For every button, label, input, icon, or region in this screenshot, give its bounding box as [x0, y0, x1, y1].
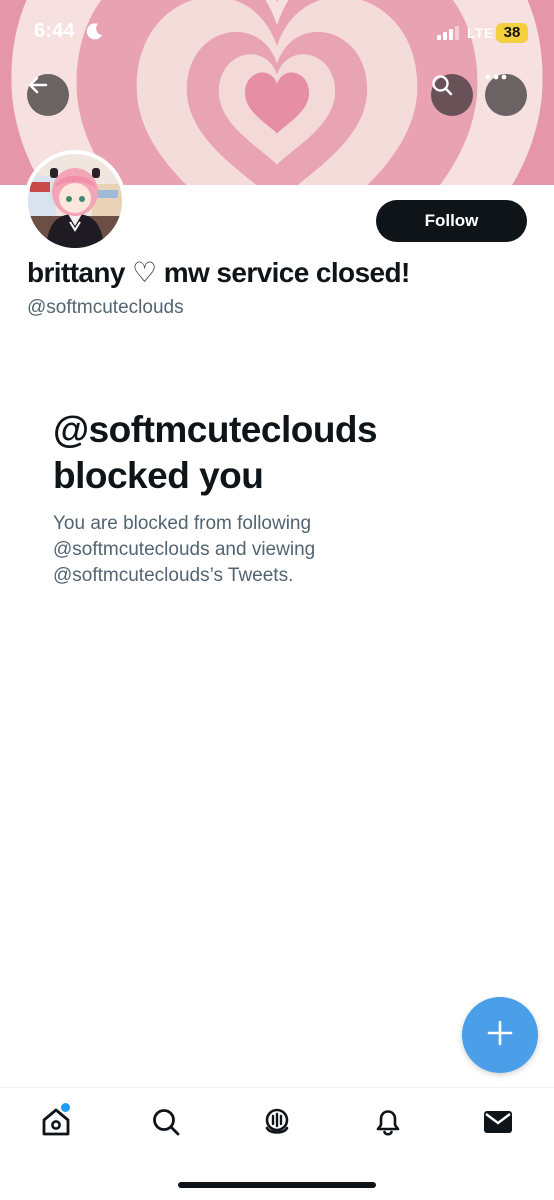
- nav-notifications[interactable]: [368, 1104, 408, 1144]
- home-indicator: [178, 1182, 376, 1188]
- network-label: LTE: [467, 25, 494, 41]
- nav-search[interactable]: [146, 1104, 186, 1144]
- nav-spaces[interactable]: [257, 1104, 297, 1144]
- follow-button[interactable]: Follow: [376, 200, 527, 242]
- plus-icon: [487, 1020, 513, 1051]
- battery-indicator: 38: [496, 23, 528, 43]
- nav-messages[interactable]: [478, 1104, 518, 1144]
- blocked-description: You are blocked from following @softmcut…: [53, 513, 316, 586]
- compose-tweet-button[interactable]: [462, 997, 538, 1073]
- blocked-title: @softmcuteclouds blocked you: [53, 409, 378, 496]
- profile-display-name: brittany ♡ mw service closed!: [27, 257, 410, 288]
- profile-screen: 6:44 LTE 38 Follow brittany ♡ mw service…: [0, 0, 554, 1200]
- search-icon: [151, 1107, 181, 1142]
- profile-handle: @softmcuteclouds: [27, 297, 184, 318]
- avatar-illustration: [28, 154, 122, 248]
- search-button[interactable]: [431, 74, 473, 116]
- bell-icon: [373, 1106, 403, 1143]
- home-notification-dot: [60, 1102, 71, 1113]
- back-button[interactable]: [27, 74, 69, 116]
- spaces-icon: [261, 1106, 293, 1143]
- status-time: 6:44: [34, 20, 75, 42]
- mail-icon: [483, 1109, 513, 1140]
- avatar[interactable]: [24, 150, 126, 252]
- more-button[interactable]: [485, 74, 527, 116]
